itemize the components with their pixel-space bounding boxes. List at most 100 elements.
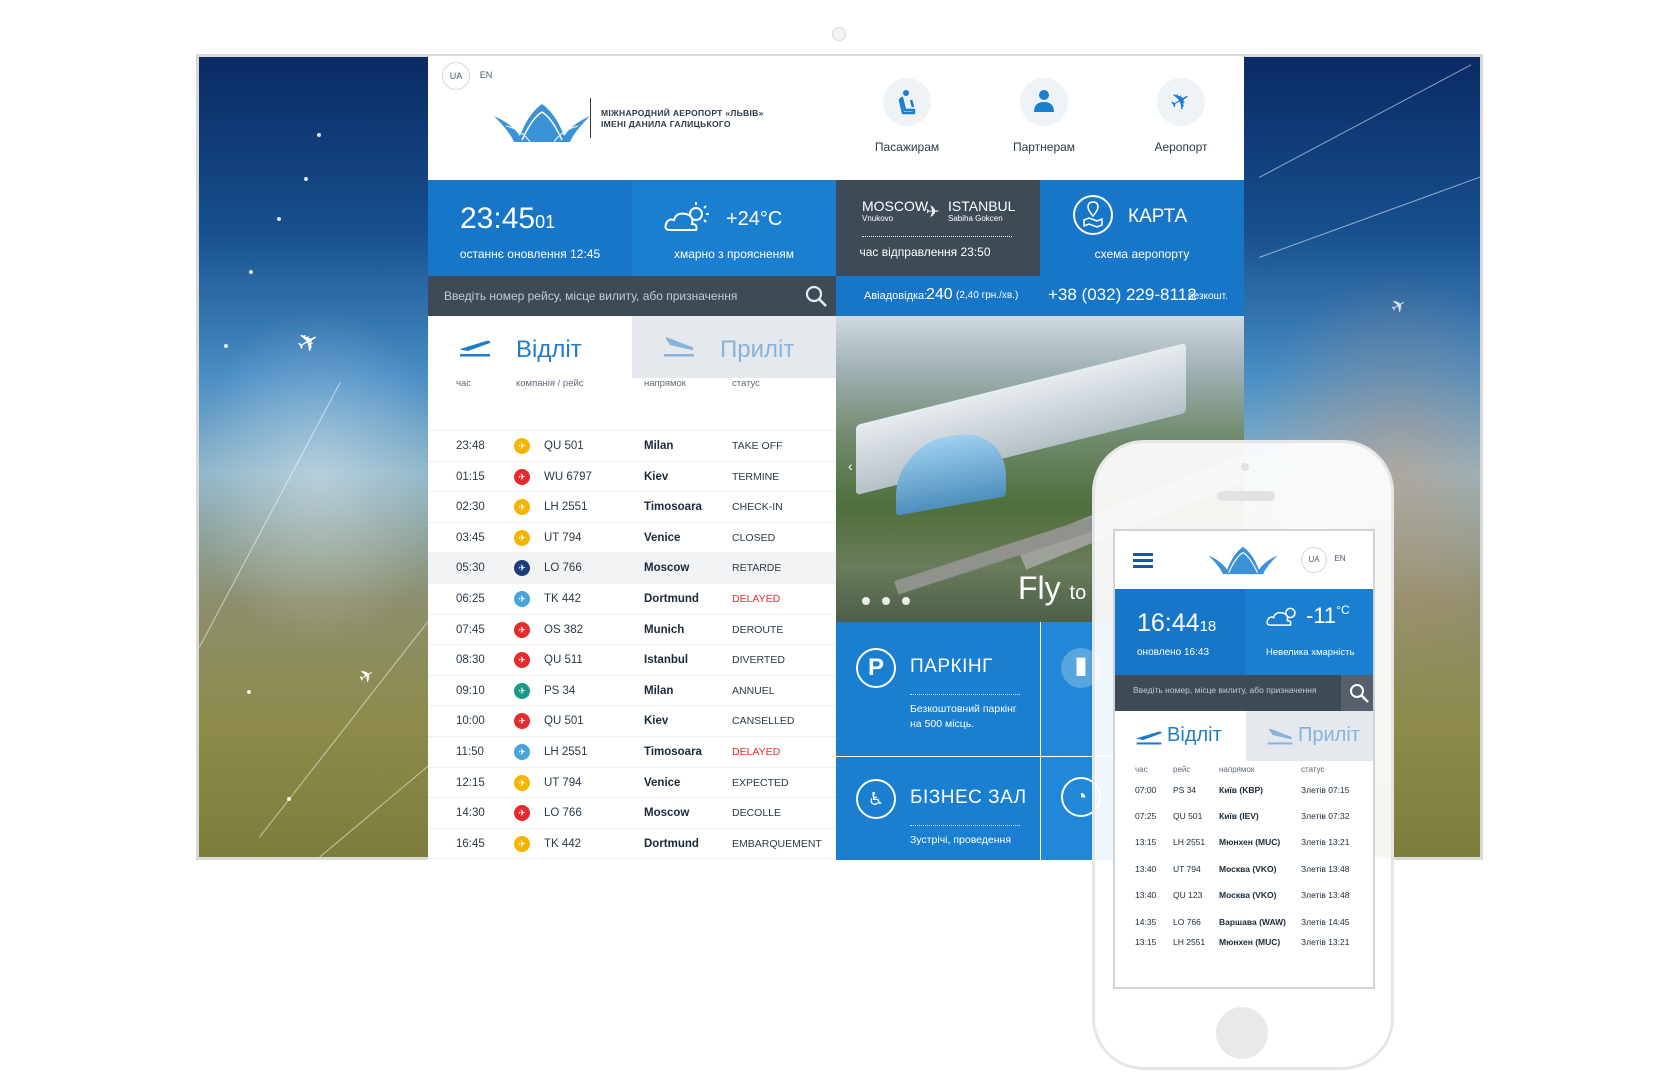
weather-caption: хмарно з проясненям xyxy=(673,247,795,261)
next-flight-tile[interactable]: MOSCOW Vnukovo ✈ ISTANBUL Sabiha Gokcen ча… xyxy=(836,180,1040,276)
mobile-flight-row[interactable]: 13:40 UT 794 Москва (VKO) Злетів 13:48 xyxy=(1115,856,1373,883)
star xyxy=(224,344,228,348)
search-button[interactable] xyxy=(1341,675,1373,711)
flight-status: DECOLLE xyxy=(732,807,782,820)
flight-time: 14:35 xyxy=(1135,917,1157,927)
flight-number: TK 442 xyxy=(544,837,582,850)
flight-row[interactable]: 12:15 ✈ UT 794 Venice EXPECTED xyxy=(428,766,836,798)
flight-row[interactable]: 14:30 ✈ LO 766 Moscow DECOLLE xyxy=(428,797,836,828)
flight-number: QU 501 xyxy=(544,440,584,452)
flight-row[interactable]: 08:30 ✈ QU 511 Istanbul DIVERTED xyxy=(428,644,836,675)
flight-row[interactable]: 18:15✈OS 382MunichBOARDING xyxy=(428,858,836,860)
flight-row[interactable]: 03:45 ✈ UT 794 Venice CLOSED xyxy=(428,521,836,553)
phone-number[interactable]: +38 (032) 229-8112 xyxy=(1048,285,1197,305)
airline-logo-icon: ✈ xyxy=(514,438,530,454)
flight-destination: Мюнхен (MUC) xyxy=(1219,837,1281,847)
flight-destination: Timosoara xyxy=(644,501,702,514)
airport-logo[interactable] xyxy=(1203,541,1283,577)
light-streak xyxy=(199,382,341,648)
flight-time: 01:15 xyxy=(456,470,485,483)
flight-row[interactable]: 23:48 ✈ QU 501 Milan TAKE OFF xyxy=(428,430,836,461)
mobile-weather-unit: °С xyxy=(1336,603,1350,617)
mobile-flight-row[interactable]: 07:00 PS 34 Київ (KBP) Злетів 07:15 xyxy=(1115,777,1373,804)
nav-partners-label: Партнерам xyxy=(1012,140,1076,154)
flight-row[interactable]: 06:25 ✈ TK 442 Dortmund DELAYED xyxy=(428,583,836,614)
flight-status: Злетів 07:32 xyxy=(1301,811,1350,821)
flight-search-input[interactable] xyxy=(444,286,794,306)
parking-tile[interactable]: P ПАРКІНГ Безкоштовний паркінг на 500 мі… xyxy=(836,622,1040,756)
airline-logo-icon: ✈ xyxy=(514,468,530,485)
flight-number: LO 766 xyxy=(1173,917,1201,927)
origin-airport: Vnukovo xyxy=(862,214,894,223)
flight-status: CHECK-IN xyxy=(732,501,783,514)
phone-home-button[interactable] xyxy=(1216,1007,1268,1059)
airline-logo-icon: ✈ xyxy=(514,499,530,516)
origin-city-name: MOSCOW xyxy=(862,198,929,214)
flight-number: LH 2551 xyxy=(1173,837,1206,847)
clock-hours-minutes: 23:45 xyxy=(460,202,536,235)
mobile-tab-arrivals[interactable]: Приліт xyxy=(1246,711,1373,761)
mobile-flight-row[interactable]: 13:15 LH 2551 Мюнхен (MUC) Злетів 13:21 xyxy=(1115,929,1373,956)
light-streak xyxy=(1259,174,1480,258)
flight-row[interactable]: 09:10 ✈ PS 34 Milan ANNUEL xyxy=(428,674,836,706)
flight-number: UT 794 xyxy=(544,531,582,544)
slider-dots[interactable] xyxy=(862,592,922,610)
flight-time: 12:15 xyxy=(456,776,485,789)
map-caption: схема аеропорту xyxy=(1094,247,1190,261)
tab-departures[interactable]: Відліт xyxy=(428,316,632,378)
flight-row[interactable]: 10:00 ✈ QU 501 Kiev CANSELLED xyxy=(428,705,836,736)
flight-number: QU 123 xyxy=(1173,890,1203,900)
mobile-weather-tile: -11°С Невелика хмарність xyxy=(1246,589,1373,675)
flight-destination: Dortmund xyxy=(644,593,699,605)
business-lounge-tile[interactable]: ♿ БІЗНЕС ЗАЛ Зустрічі, проведення xyxy=(836,757,1040,860)
lang-ua-button[interactable]: UA xyxy=(442,62,470,90)
airplane-icon: ✈ xyxy=(1387,293,1411,319)
search-icon[interactable] xyxy=(804,284,828,308)
mobile-column-flight: рейс xyxy=(1173,765,1191,774)
mobile-lang-ua-button[interactable]: UA xyxy=(1301,547,1327,573)
mobile-lang-en-button[interactable]: EN xyxy=(1327,547,1353,573)
flight-row[interactable]: 16:45 ✈ TK 442 Dortmund EMBARQUEMENT xyxy=(428,827,836,859)
help-info-bar: Авіадовідка: 240 (2,40 грн./хв.) +38 (03… xyxy=(836,276,1244,316)
mobile-search-bar xyxy=(1115,675,1373,711)
flight-number: LO 766 xyxy=(544,807,582,820)
chevron-left-icon[interactable]: ‹ xyxy=(848,458,853,474)
flight-row[interactable]: 07:45 ✈ OS 382 Munich DEROUTE xyxy=(428,613,836,645)
flight-destination: Kiev xyxy=(644,715,669,728)
flight-status: EMBARQUEMENT xyxy=(732,837,822,850)
tab-arrivals[interactable]: Приліт xyxy=(632,316,836,378)
help-number[interactable]: 240 xyxy=(926,286,953,304)
flight-number: PS 34 xyxy=(1173,785,1197,795)
nav-passengers-label: Пасажирам xyxy=(874,140,940,154)
lang-en-button[interactable]: EN xyxy=(472,62,500,90)
menu-icon[interactable] xyxy=(1133,553,1153,569)
airport-logo[interactable] xyxy=(492,96,592,146)
flight-status: CANSELLED xyxy=(732,715,795,728)
flight-status: RETARDE xyxy=(732,562,782,575)
mobile-flight-row[interactable]: 13:15 LH 2551 Мюнхен (MUC) Злетів 13:21 xyxy=(1115,829,1373,856)
nav-airport[interactable]: ✈ Аеропорт xyxy=(1126,69,1236,154)
airline-logo-icon: ✈ xyxy=(514,652,530,669)
flight-status: Злетів 13:21 xyxy=(1301,937,1350,947)
flight-row[interactable]: 01:15 ✈ WU 6797 Kiev TERMINE xyxy=(428,460,836,492)
phone-speaker xyxy=(1217,491,1275,501)
nav-passengers[interactable]: Пасажирам xyxy=(852,78,962,154)
logo-line-1: МІЖНАРОДНИЙ АЕРОПОРТ «ЛЬВІВ» xyxy=(601,108,764,118)
flight-row[interactable]: 11:50 ✈ LH 2551 Timosoara DELAYED xyxy=(428,736,836,767)
mobile-flight-row[interactable]: 13:40 QU 123 Москва (VKO) Злетів 13:48 xyxy=(1115,882,1373,909)
logo-divider xyxy=(590,98,591,138)
weather-tile: +24°С хмарно з проясненям xyxy=(632,180,836,276)
flight-row[interactable]: 05:30 ✈ LO 766 Moscow RETARDE xyxy=(428,552,836,583)
flight-destination: Варшава (WAW) xyxy=(1219,917,1286,927)
mobile-flight-row[interactable]: 07:25 QU 501 Київ (IEV) Злетів 07:32 xyxy=(1115,803,1373,830)
flight-destination: Moscow xyxy=(644,807,690,820)
flight-time: 02:30 xyxy=(456,501,485,514)
weather-temp: +24°С xyxy=(726,208,783,230)
destination-airport: Sabiha Gokcen xyxy=(948,214,1003,223)
nav-partners[interactable]: Партнерам xyxy=(989,78,1099,154)
flight-row[interactable]: 02:30 ✈ LH 2551 Timosoara CHECK-IN xyxy=(428,491,836,522)
mobile-search-input[interactable] xyxy=(1133,685,1333,695)
map-tile[interactable]: КАРТА схема аеропорту xyxy=(1040,180,1244,276)
flight-number: WU 6797 xyxy=(544,470,592,483)
mobile-tab-departures[interactable]: Відліт xyxy=(1115,711,1246,761)
